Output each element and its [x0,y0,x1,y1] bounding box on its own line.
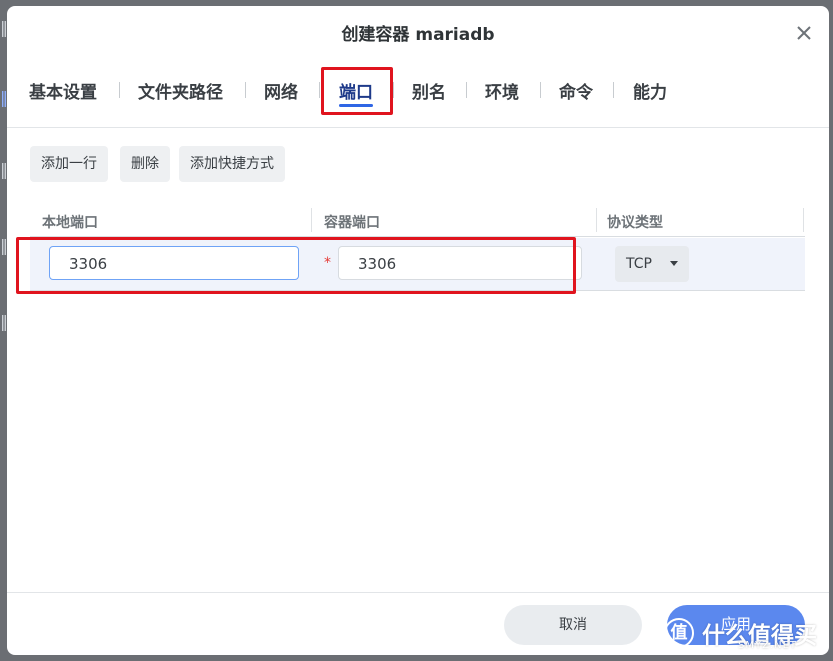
create-container-dialog: 创建容器 mariadb 基本设置 文件夹路径 网络 端口 别名 环境 命令 能… [7,6,829,655]
header-container-port: 容器端口 [324,215,380,231]
tab-folder-path[interactable]: 文件夹路径 [138,78,223,103]
dialog-footer: 取消 应用 [7,592,829,655]
add-row-button[interactable]: 添加一行 [30,146,108,182]
tab-separator [613,82,614,98]
tab-alias[interactable]: 别名 [412,78,446,103]
tab-separator [319,82,320,98]
close-icon[interactable] [793,22,815,44]
cancel-button[interactable]: 取消 [504,605,642,645]
annotation-highlight-box [16,237,576,294]
tab-command[interactable]: 命令 [559,78,593,103]
header-protocol: 协议类型 [607,215,663,231]
close-icon-svg [797,26,811,40]
tab-bar: 基本设置 文件夹路径 网络 端口 别名 环境 命令 能力 [7,60,829,128]
header-local-port: 本地端口 [42,215,98,231]
caret-down-icon [670,261,678,266]
tab-network[interactable]: 网络 [264,78,298,103]
tab-separator [245,82,246,98]
add-shortcut-button[interactable]: 添加快捷方式 [179,146,285,182]
tab-separator [119,82,120,98]
dialog-title: 创建容器 mariadb [341,25,495,45]
delete-button[interactable]: 删除 [120,146,170,182]
tab-separator [466,82,467,98]
table-header: 本地端口 容器端口 协议类型 [30,204,805,237]
header-separator [803,208,804,232]
apply-button[interactable]: 应用 [667,605,805,645]
protocol-value: TCP [626,256,652,272]
dialog-titlebar: 创建容器 mariadb [7,6,829,60]
tab-separator [393,82,394,98]
annotation-highlight-box [321,67,393,115]
header-separator [596,208,597,232]
tab-basic-settings[interactable]: 基本设置 [29,78,97,103]
tab-environment[interactable]: 环境 [485,78,519,103]
protocol-select[interactable]: TCP [615,246,689,282]
header-separator [311,208,312,232]
tab-capability[interactable]: 能力 [633,78,667,103]
tab-separator [540,82,541,98]
